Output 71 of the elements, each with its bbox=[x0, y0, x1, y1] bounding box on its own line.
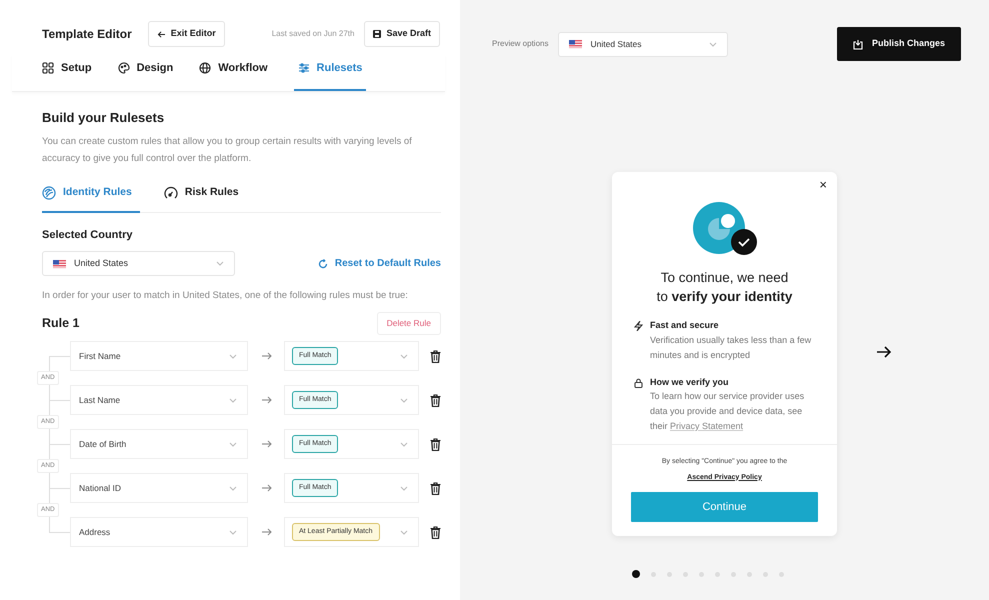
upload-icon bbox=[852, 38, 863, 50]
chevron-down-icon bbox=[400, 530, 408, 535]
gauge-icon bbox=[164, 186, 178, 200]
refresh-icon bbox=[318, 258, 328, 269]
sliders-icon bbox=[298, 62, 310, 74]
right-arrow-icon bbox=[262, 396, 272, 404]
tab[interactable]: Workflow bbox=[199, 54, 268, 90]
field-select[interactable]: Address bbox=[70, 517, 248, 548]
chevron-down-icon bbox=[400, 486, 408, 491]
country-label: Selected Country bbox=[42, 228, 134, 243]
last-saved-text: Last saved on Jun 27th bbox=[272, 28, 354, 40]
lightning-icon bbox=[634, 321, 643, 331]
field-select[interactable]: National ID bbox=[70, 473, 248, 504]
fingerprint-icon bbox=[42, 186, 56, 200]
preview-country-select[interactable]: United States bbox=[558, 32, 728, 56]
subtab[interactable]: Identity Rules bbox=[42, 181, 140, 213]
section-heading: Build your Rulesets bbox=[42, 110, 166, 126]
chevron-down-icon bbox=[228, 486, 237, 491]
chevron-down-icon bbox=[400, 354, 408, 359]
modal-heading: To continue, we need to verify your identity bbox=[656, 269, 794, 306]
privacy-statement-link[interactable]: Privacy Statement bbox=[670, 421, 744, 431]
reset-rules-link[interactable]: Reset to Default Rules bbox=[318, 256, 441, 272]
chevron-down-icon bbox=[228, 442, 237, 447]
chevron-down-icon bbox=[228, 354, 237, 359]
chevron-down-icon bbox=[400, 398, 408, 403]
section-description: You can create custom rules that allow you to group certain results with varying levels of accuracy to give you full control over the platform. bbox=[42, 135, 413, 166]
trash-icon[interactable] bbox=[430, 482, 441, 495]
feature-title: Fast and secure bbox=[650, 319, 720, 332]
chevron-down-icon bbox=[228, 398, 237, 403]
flag-icon bbox=[53, 260, 66, 268]
palette-icon bbox=[118, 62, 130, 74]
trash-icon[interactable] bbox=[430, 350, 441, 363]
feature-text: To learn how our service provider uses data you provide and device data, see their Privacy Statement bbox=[650, 390, 806, 433]
flag-icon bbox=[569, 40, 582, 48]
tab[interactable]: Rulesets bbox=[294, 54, 366, 90]
field-select[interactable]: Date of Birth bbox=[70, 429, 248, 460]
lock-icon bbox=[634, 378, 643, 388]
editor-title: Template Editor bbox=[42, 26, 132, 43]
tab[interactable]: Design bbox=[118, 54, 174, 90]
country-select[interactable]: United States bbox=[42, 251, 235, 276]
feature-title: How we verify you bbox=[650, 376, 730, 389]
right-arrow-icon bbox=[262, 440, 272, 448]
page-dot[interactable] bbox=[632, 570, 640, 578]
right-arrow-icon bbox=[262, 484, 272, 492]
next-arrow-icon[interactable] bbox=[876, 344, 892, 360]
publish-changes-button[interactable]: Publish Changes bbox=[836, 27, 961, 61]
feature-text: Verification usually takes less than a few minutes and is encrypted bbox=[650, 334, 812, 362]
trash-icon[interactable] bbox=[430, 438, 441, 451]
trash-icon[interactable] bbox=[430, 394, 441, 407]
close-button[interactable]: × bbox=[817, 178, 829, 192]
trash-icon[interactable] bbox=[430, 526, 441, 539]
globe-icon bbox=[199, 62, 212, 74]
chevron-down-icon bbox=[228, 530, 237, 535]
right-arrow-icon bbox=[262, 528, 272, 536]
grid-icon bbox=[42, 62, 54, 74]
exit-editor-button[interactable]: Exit Editor bbox=[148, 21, 225, 47]
rule-instruction: In order for your user to match in United States, one of the following rules must be true: bbox=[42, 289, 409, 304]
verified-identity-logo bbox=[692, 202, 758, 258]
chevron-down-icon bbox=[709, 42, 718, 46]
field-select[interactable]: First Name bbox=[70, 341, 248, 372]
subtab[interactable]: Risk Rules bbox=[164, 181, 239, 213]
chevron-down-icon bbox=[216, 261, 224, 266]
back-arrow-icon bbox=[156, 30, 166, 38]
save-draft-button[interactable]: Save Draft bbox=[364, 21, 440, 47]
rule-title: Rule 1 bbox=[42, 315, 80, 332]
chevron-down-icon bbox=[400, 442, 408, 447]
field-select[interactable]: Last Name bbox=[70, 385, 248, 416]
preview-options-label: Preview options bbox=[492, 38, 548, 50]
save-icon bbox=[373, 30, 382, 38]
right-arrow-icon bbox=[262, 352, 272, 360]
tab[interactable]: Setup bbox=[42, 54, 92, 90]
